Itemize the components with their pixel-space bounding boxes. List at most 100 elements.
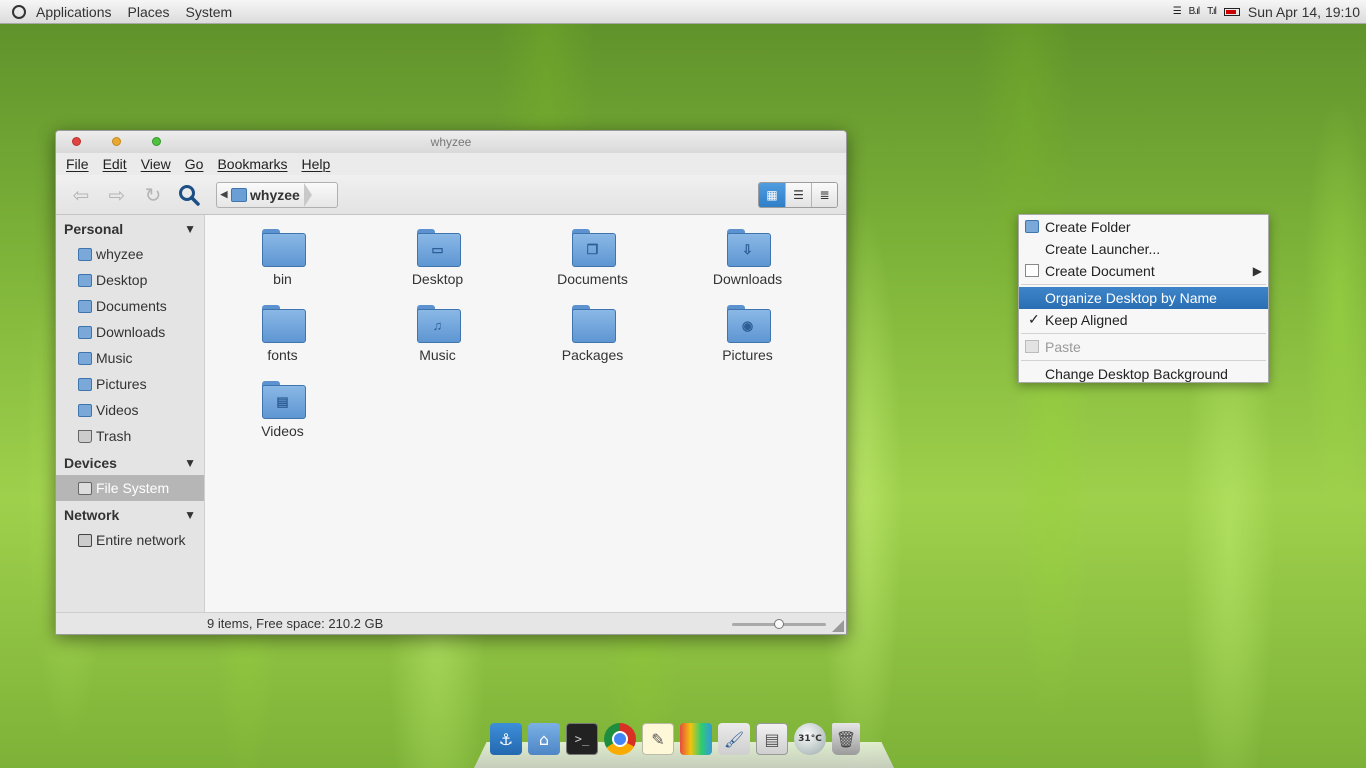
compact-view-button[interactable]: ≣ bbox=[811, 182, 837, 207]
menubar: File Edit View Go Bookmarks Help bbox=[56, 153, 846, 175]
file-label: Packages bbox=[561, 347, 624, 363]
menu-view[interactable]: View bbox=[141, 156, 171, 172]
menu-item-paste[interactable]: Paste bbox=[1019, 336, 1268, 358]
file-item-desktop[interactable]: ▭ Desktop bbox=[360, 223, 515, 295]
sidebar-item-label: Music bbox=[96, 350, 133, 366]
file-label: Videos bbox=[261, 423, 304, 439]
system-menu[interactable]: System bbox=[186, 4, 233, 20]
window-titlebar[interactable]: whyzee bbox=[56, 131, 846, 153]
menu-item-label: Create Folder bbox=[1045, 219, 1131, 235]
distro-logo-icon[interactable] bbox=[12, 4, 26, 19]
sidebar-section-devices[interactable]: Devices ▼ bbox=[56, 451, 204, 475]
sidebar-item-label: File System bbox=[96, 480, 170, 496]
sidebar-item-label: Trash bbox=[96, 428, 132, 444]
sidebar-item-documents[interactable]: Documents bbox=[56, 293, 204, 319]
sidebar-item-whyzee[interactable]: whyzee bbox=[56, 241, 204, 267]
sidebar-item-downloads[interactable]: Downloads bbox=[56, 319, 204, 345]
weather-icon[interactable]: 31°C bbox=[794, 723, 826, 755]
home-folder-icon[interactable]: ⌂ bbox=[528, 723, 560, 755]
file-item-videos[interactable]: ▤ Videos bbox=[205, 375, 360, 447]
desktop-folder-icon: ▭ bbox=[416, 229, 461, 267]
status-bar: 9 items, Free space: 210.2 GB bbox=[56, 612, 846, 634]
file-item-pictures[interactable]: ◉ Pictures bbox=[670, 299, 825, 371]
file-cabinet-icon[interactable]: ▤ bbox=[756, 723, 788, 755]
file-item-music[interactable]: ♫ Music bbox=[360, 299, 515, 371]
videos-folder-icon bbox=[78, 403, 92, 417]
sidebar-item-trash[interactable]: Trash bbox=[56, 423, 204, 449]
menu-item-create-launcher[interactable]: Create Launcher... bbox=[1019, 238, 1268, 260]
places-menu[interactable]: Places bbox=[128, 4, 170, 20]
collapse-triangle-icon[interactable]: ▼ bbox=[184, 508, 196, 522]
menu-icon[interactable]: ☰ bbox=[1173, 6, 1182, 17]
icon-view-button[interactable]: ▦ bbox=[759, 182, 785, 207]
network-signal-icon[interactable]: B.ıl bbox=[1189, 6, 1200, 17]
sidebar-item-file-system[interactable]: File System bbox=[56, 475, 204, 501]
menu-item-create-document[interactable]: Create Document ▶ bbox=[1019, 260, 1268, 282]
search-button[interactable] bbox=[174, 180, 204, 210]
compact-list-icon: ≣ bbox=[819, 187, 830, 202]
sidebar-item-music[interactable]: Music bbox=[56, 345, 204, 371]
file-item-downloads[interactable]: ⇩ Downloads bbox=[670, 223, 825, 295]
sidebar-item-label: Desktop bbox=[96, 272, 148, 288]
sidebar-item-desktop[interactable]: Desktop bbox=[56, 267, 204, 293]
file-label: Desktop bbox=[411, 271, 464, 287]
battery-icon[interactable] bbox=[1223, 7, 1240, 16]
menu-item-organize-desktop[interactable]: Organize Desktop by Name bbox=[1019, 287, 1268, 309]
wifi-signal-icon[interactable]: T.ıl bbox=[1207, 6, 1217, 17]
window-content: Personal ▼ whyzee Desktop Documents Down… bbox=[56, 215, 846, 612]
minimize-button[interactable] bbox=[112, 137, 121, 146]
menu-item-change-background[interactable]: Change Desktop Background bbox=[1019, 363, 1268, 385]
maximize-button[interactable] bbox=[152, 137, 161, 146]
menu-item-label: Organize Desktop by Name bbox=[1045, 290, 1217, 306]
paint-brush-icon[interactable]: 🖌 bbox=[718, 723, 750, 755]
home-folder-icon bbox=[78, 247, 92, 261]
document-icon bbox=[1025, 264, 1039, 277]
zoom-slider-knob[interactable] bbox=[774, 619, 784, 629]
file-label: Downloads bbox=[712, 271, 783, 287]
collapse-triangle-icon[interactable]: ▼ bbox=[184, 222, 196, 236]
forward-button[interactable]: ⇨ bbox=[102, 180, 132, 210]
notes-icon[interactable]: ✎ bbox=[642, 723, 674, 755]
collapse-triangle-icon[interactable]: ▼ bbox=[184, 456, 196, 470]
menu-bookmarks[interactable]: Bookmarks bbox=[217, 156, 287, 172]
sidebar-section-network[interactable]: Network ▼ bbox=[56, 503, 204, 527]
sidebar-section-personal[interactable]: Personal ▼ bbox=[56, 217, 204, 241]
applications-menu[interactable]: Applications bbox=[36, 4, 112, 20]
back-button[interactable]: ⇦ bbox=[66, 180, 96, 210]
chrome-icon[interactable] bbox=[604, 723, 636, 755]
sidebar-item-entire-network[interactable]: Entire network bbox=[56, 527, 204, 553]
desktop-context-menu: Create Folder Create Launcher... Create … bbox=[1018, 214, 1269, 383]
sidebar-item-videos[interactable]: Videos bbox=[56, 397, 204, 423]
menu-edit[interactable]: Edit bbox=[103, 156, 127, 172]
menu-item-create-folder[interactable]: Create Folder bbox=[1019, 216, 1268, 238]
anchor-icon[interactable]: ⚓ bbox=[490, 723, 522, 755]
close-button[interactable] bbox=[72, 137, 81, 146]
trash-icon[interactable]: 🗑 bbox=[832, 723, 860, 755]
file-item-packages[interactable]: Packages bbox=[515, 299, 670, 371]
path-crumb-home[interactable]: whyzee bbox=[250, 187, 300, 203]
file-item-fonts[interactable]: fonts bbox=[205, 299, 360, 371]
resize-grip[interactable] bbox=[832, 620, 844, 632]
palette-icon[interactable] bbox=[680, 723, 712, 755]
downloads-folder-icon: ⇩ bbox=[726, 229, 771, 267]
path-scroll-left-button[interactable]: ◀ bbox=[217, 189, 231, 200]
menu-item-keep-aligned[interactable]: ✓ Keep Aligned bbox=[1019, 309, 1268, 331]
terminal-icon[interactable]: >_ bbox=[566, 723, 598, 755]
menu-file[interactable]: File bbox=[66, 156, 89, 172]
menu-item-label: Create Launcher... bbox=[1045, 241, 1161, 257]
desktop-folder-icon bbox=[78, 273, 92, 287]
downloads-folder-icon bbox=[78, 325, 92, 339]
file-item-documents[interactable]: ❐ Documents bbox=[515, 223, 670, 295]
sidebar-item-pictures[interactable]: Pictures bbox=[56, 371, 204, 397]
zoom-slider[interactable] bbox=[732, 619, 826, 629]
list-view-button[interactable]: ☰ bbox=[785, 182, 811, 207]
menu-go[interactable]: Go bbox=[185, 156, 204, 172]
menu-help[interactable]: Help bbox=[302, 156, 331, 172]
checkmark-icon: ✓ bbox=[1028, 311, 1040, 327]
folder-icon bbox=[571, 305, 616, 343]
reload-button[interactable]: ↻ bbox=[138, 180, 168, 210]
clock[interactable]: Sun Apr 14, 19:10 bbox=[1248, 4, 1360, 20]
folder-icon bbox=[1025, 220, 1039, 233]
file-item-bin[interactable]: bin bbox=[205, 223, 360, 295]
file-view[interactable]: bin ▭ Desktop ❐ Documents ⇩ Downloads fonts… bbox=[205, 215, 846, 612]
